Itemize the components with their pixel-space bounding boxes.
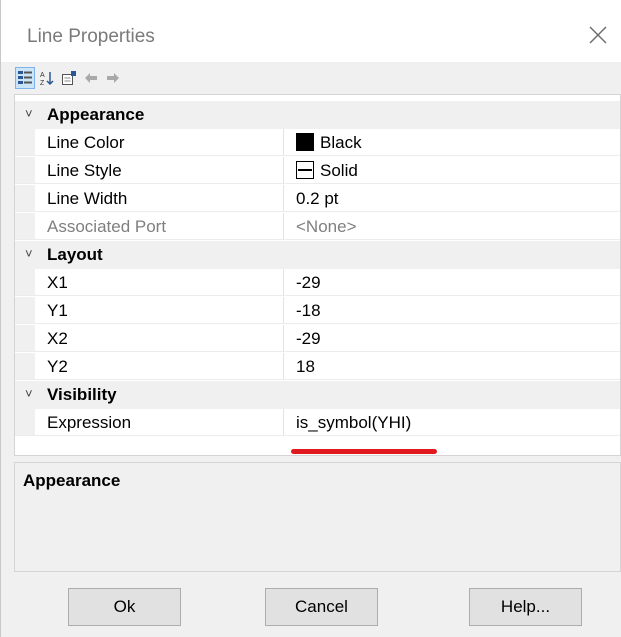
categorized-icon <box>18 71 32 84</box>
property-name: Line Color <box>47 133 125 152</box>
forward-button[interactable] <box>103 67 123 89</box>
help-button[interactable]: Help... <box>469 588 582 626</box>
property-row-expression[interactable]: Expression is_symbol(YHI) <box>15 409 620 437</box>
property-name: X2 <box>47 329 68 348</box>
alphabetical-button[interactable]: A Z <box>37 67 57 89</box>
alphabetical-icon: A Z <box>40 72 54 86</box>
line-style-icon <box>296 161 314 179</box>
property-name: Y2 <box>47 357 68 376</box>
property-pages-button[interactable] <box>59 67 79 89</box>
highlight-underline <box>291 449 437 454</box>
property-value: 0.2 pt <box>296 189 339 208</box>
category-label: Visibility <box>47 385 117 404</box>
collapse-chevron-icon[interactable]: ˅ <box>25 106 33 121</box>
category-label: Appearance <box>47 105 145 124</box>
forward-icon <box>107 73 119 83</box>
property-value: is_symbol(YHI) <box>296 413 412 432</box>
category-visibility[interactable]: ˅ Visibility <box>15 381 620 409</box>
property-value: -18 <box>296 301 321 320</box>
color-swatch-icon <box>296 133 314 151</box>
property-row-y1[interactable]: Y1 -18 <box>15 297 620 325</box>
close-icon[interactable] <box>587 24 609 46</box>
category-layout[interactable]: ˅ Layout <box>15 241 620 269</box>
collapse-chevron-icon[interactable]: ˅ <box>25 246 33 261</box>
line-properties-dialog: Line Properties A Z ˅ Appearance Line Co… <box>0 0 621 637</box>
property-value: -29 <box>296 329 321 348</box>
property-grid-toolbar: A Z <box>1 62 621 94</box>
svg-text:A: A <box>40 72 45 79</box>
window-title: Line Properties <box>27 26 155 47</box>
property-value: -29 <box>296 273 321 292</box>
property-name: Y1 <box>47 301 68 320</box>
property-grid: ˅ Appearance Line Color Black Line Style… <box>14 94 621 456</box>
property-row-x2[interactable]: X2 -29 <box>15 325 620 353</box>
property-row-line-color[interactable]: Line Color Black <box>15 129 620 157</box>
property-value: <None> <box>296 217 357 236</box>
svg-text:Z: Z <box>40 80 45 86</box>
property-row-y2[interactable]: Y2 18 <box>15 353 620 381</box>
property-value: Solid <box>320 161 358 180</box>
ok-button[interactable]: Ok <box>68 588 181 626</box>
description-panel: Appearance <box>14 462 621 572</box>
property-row-x1[interactable]: X1 -29 <box>15 269 620 297</box>
property-value: Black <box>320 133 362 152</box>
categorized-button[interactable] <box>15 67 35 89</box>
category-appearance[interactable]: ˅ Appearance <box>15 101 620 129</box>
property-name: Line Width <box>47 189 128 208</box>
property-name: Expression <box>47 413 132 432</box>
property-value: 18 <box>296 357 315 376</box>
category-label: Layout <box>47 245 103 264</box>
back-button[interactable] <box>81 67 101 89</box>
property-name: X1 <box>47 273 68 292</box>
property-row-associated-port[interactable]: Associated Port <None> <box>15 213 620 241</box>
property-row-line-width[interactable]: Line Width 0.2 pt <box>15 185 620 213</box>
description-title: Appearance <box>23 471 121 490</box>
property-pages-icon <box>62 71 76 85</box>
cancel-button[interactable]: Cancel <box>265 588 378 626</box>
property-name: Line Style <box>47 161 122 180</box>
property-row-line-style[interactable]: Line Style Solid <box>15 157 620 185</box>
property-name: Associated Port <box>47 217 167 236</box>
back-icon <box>85 73 97 83</box>
title-bar: Line Properties <box>1 0 621 62</box>
collapse-chevron-icon[interactable]: ˅ <box>25 386 33 401</box>
